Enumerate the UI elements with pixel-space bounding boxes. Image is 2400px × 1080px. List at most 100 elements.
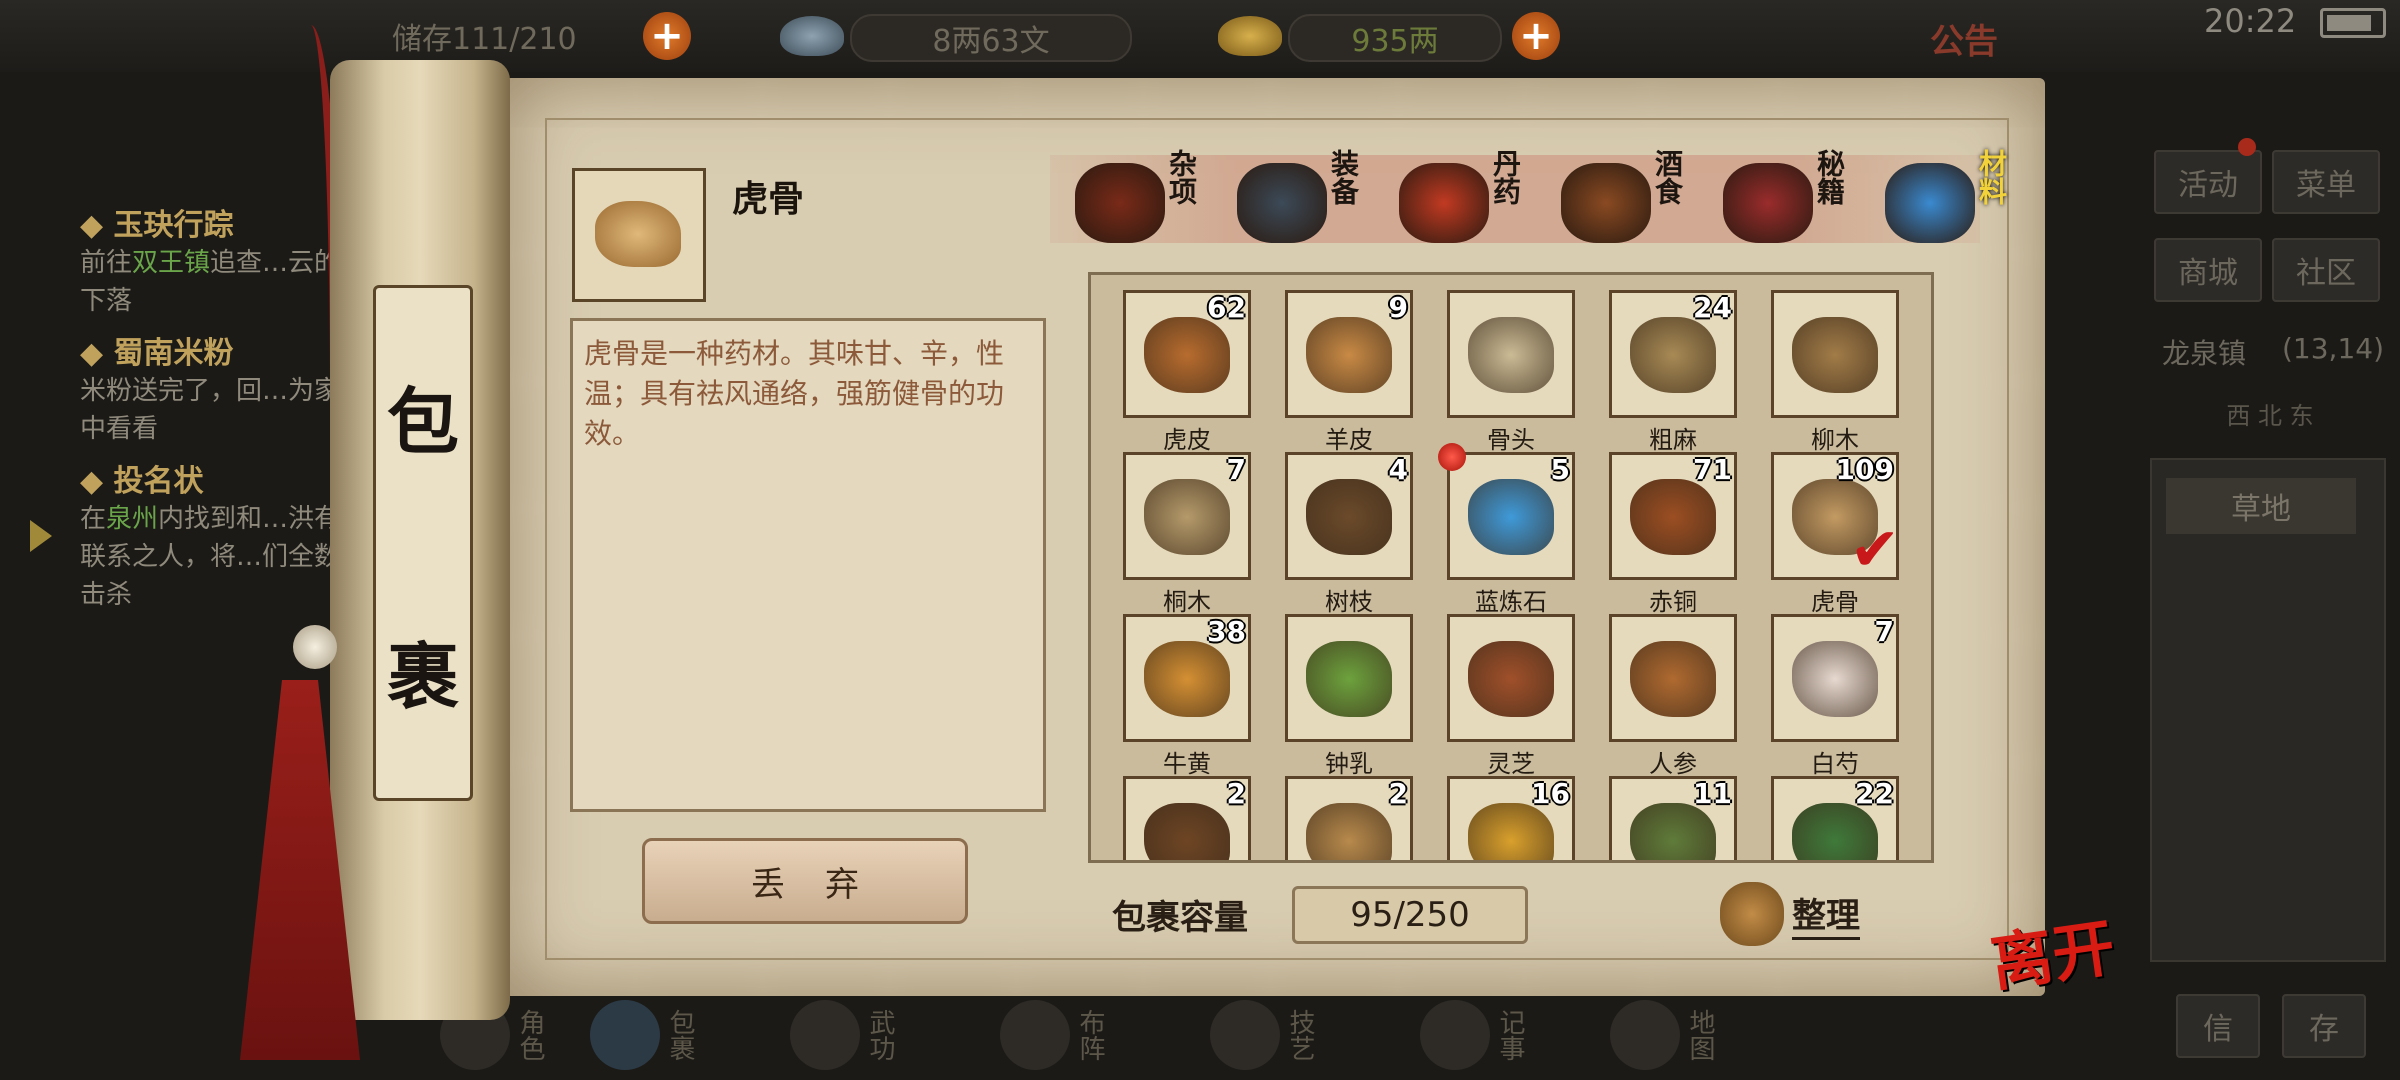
item-icon xyxy=(1468,803,1554,860)
quest-location: 双王镇 xyxy=(132,248,211,278)
item-count: 109 xyxy=(1835,453,1894,486)
item-icon xyxy=(1792,317,1878,393)
nav-journal[interactable]: 记事 xyxy=(1420,990,1525,1080)
inventory-slot[interactable] xyxy=(1285,614,1413,742)
compass: 西 北 东 xyxy=(2226,402,2314,430)
jade-bead xyxy=(293,625,337,669)
notice-button[interactable]: 公告 xyxy=(1930,14,1998,63)
discard-button[interactable]: 丢弃 xyxy=(642,838,968,924)
item-name: 赤铜 xyxy=(1649,588,1697,616)
inventory-slot[interactable]: 2 xyxy=(1123,776,1251,860)
tab-label: 酒食 xyxy=(1651,149,1684,205)
mail-button[interactable]: 信 xyxy=(2176,994,2260,1058)
inventory-slot[interactable] xyxy=(1771,290,1899,418)
item-count: 7 xyxy=(1226,453,1246,486)
activity-button[interactable]: 活动 xyxy=(2154,150,2262,214)
inventory-slot[interactable]: 7 xyxy=(1771,614,1899,742)
inventory-slot[interactable] xyxy=(1447,614,1575,742)
tab-food[interactable]: 酒食 xyxy=(1561,145,1711,255)
menu-button[interactable]: 菜单 xyxy=(2272,150,2380,214)
item-count: 38 xyxy=(1207,615,1246,648)
item-count: 5 xyxy=(1550,453,1570,486)
inventory-slot[interactable]: 38 xyxy=(1123,614,1251,742)
inventory-slot[interactable]: 11 xyxy=(1609,776,1737,860)
storage-add-button[interactable]: + xyxy=(643,12,691,60)
save-button[interactable]: 存 xyxy=(2282,994,2366,1058)
nav-bag[interactable]: 包裹 xyxy=(590,990,695,1080)
item-icon xyxy=(1306,479,1392,555)
shop-button[interactable]: 商城 xyxy=(2154,238,2262,302)
tiger-bone-icon xyxy=(595,201,681,267)
money-bag-icon[interactable] xyxy=(1720,882,1784,946)
item-icon xyxy=(1630,479,1716,555)
inventory-slot[interactable]: 16 xyxy=(1447,776,1575,860)
quest-text: 前往 xyxy=(80,248,133,278)
item-name: 桐木 xyxy=(1163,588,1211,616)
item-description: 虎骨是一种药材。其味甘、辛，性温；具有祛风通络，强筋健骨的功效。 xyxy=(584,337,1005,450)
armor-icon xyxy=(1237,163,1327,243)
tab-crystal[interactable]: 材料 xyxy=(1885,145,2035,255)
item-icon xyxy=(1468,479,1554,555)
tab-label: 材料 xyxy=(1975,149,2008,205)
scroll-title: 包 裹 xyxy=(373,285,473,801)
tab-jar[interactable]: 杂项 xyxy=(1075,145,1225,255)
quest-collapse-arrow-icon[interactable] xyxy=(30,520,52,552)
item-count: 2 xyxy=(1388,777,1408,810)
item-icon xyxy=(1468,317,1554,393)
martial-arts-icon xyxy=(790,1000,860,1070)
item-count: 9 xyxy=(1388,291,1408,324)
quest-title: 蜀南米粉 xyxy=(113,336,234,371)
tab-pill[interactable]: 丹药 xyxy=(1399,145,1549,255)
location-coords: (13,14) xyxy=(2282,332,2385,365)
inventory-slot[interactable]: 71 xyxy=(1609,452,1737,580)
item-grid: 62 虎皮 9 羊皮 骨头 24 粗麻 柳木 7 桐木 4 树枝 5 蓝炼石 71 赤铜 109 ✔ 虎骨 38 牛黄 钟… xyxy=(1088,272,1934,863)
item-icon xyxy=(1792,641,1878,717)
inventory-slot[interactable]: 2 xyxy=(1285,776,1413,860)
community-button[interactable]: 社区 xyxy=(2272,238,2380,302)
sort-button[interactable]: 整理 xyxy=(1792,888,1860,940)
jar-icon xyxy=(1075,163,1165,243)
inventory-slot[interactable]: 9 xyxy=(1285,290,1413,418)
tab-label: 装备 xyxy=(1327,149,1360,205)
inventory-slot[interactable]: 4 xyxy=(1285,452,1413,580)
inventory-slot[interactable]: 5 xyxy=(1438,443,1575,580)
inventory-slot[interactable] xyxy=(1609,614,1737,742)
crystal-icon xyxy=(1885,163,1975,243)
item-icon xyxy=(1144,803,1230,860)
item-count: 16 xyxy=(1531,777,1570,810)
inventory-slot[interactable]: 62 xyxy=(1123,290,1251,418)
item-icon xyxy=(1630,803,1716,860)
inventory-slot[interactable] xyxy=(1447,290,1575,418)
bottom-nav: 角色 包裹 武功 布阵 技艺 记事 地图 xyxy=(440,990,1940,1080)
nav-skills[interactable]: 技艺 xyxy=(1210,990,1315,1080)
nav-martial-arts[interactable]: 武功 xyxy=(790,990,895,1080)
formation-icon xyxy=(1000,1000,1070,1070)
inventory-slot[interactable]: 7 xyxy=(1123,452,1251,580)
tab-book[interactable]: 秘籍 xyxy=(1723,145,1873,255)
inventory-slot[interactable]: 109 ✔ xyxy=(1771,452,1900,585)
gold-icon xyxy=(1218,16,1282,56)
inventory-slot[interactable]: 24 xyxy=(1609,290,1737,418)
item-count: 22 xyxy=(1855,777,1894,810)
item-name: 柳木 xyxy=(1811,426,1859,454)
item-icon xyxy=(1630,641,1716,717)
notification-dot xyxy=(2238,138,2256,156)
item-name: 牛黄 xyxy=(1163,750,1211,778)
item-name: 虎皮 xyxy=(1163,426,1211,454)
nav-map[interactable]: 地图 xyxy=(1610,990,1715,1080)
leave-button[interactable]: 离开 xyxy=(1984,897,2119,1003)
tab-armor[interactable]: 装备 xyxy=(1237,145,1387,255)
food-icon xyxy=(1561,163,1651,243)
item-icon xyxy=(1468,641,1554,717)
item-icon xyxy=(1306,803,1392,860)
bag-icon xyxy=(590,1000,660,1070)
inventory-slot[interactable]: 22 xyxy=(1771,776,1899,860)
new-item-dot xyxy=(1438,443,1466,471)
quest-title: 玉玦行踪 xyxy=(113,208,234,243)
nav-formation[interactable]: 布阵 xyxy=(1000,990,1105,1080)
item-name: 树枝 xyxy=(1325,588,1373,616)
item-name: 灵芝 xyxy=(1487,750,1535,778)
item-icon xyxy=(1144,317,1230,393)
item-name: 白芍 xyxy=(1811,750,1859,778)
gold-add-button[interactable]: + xyxy=(1512,12,1560,60)
